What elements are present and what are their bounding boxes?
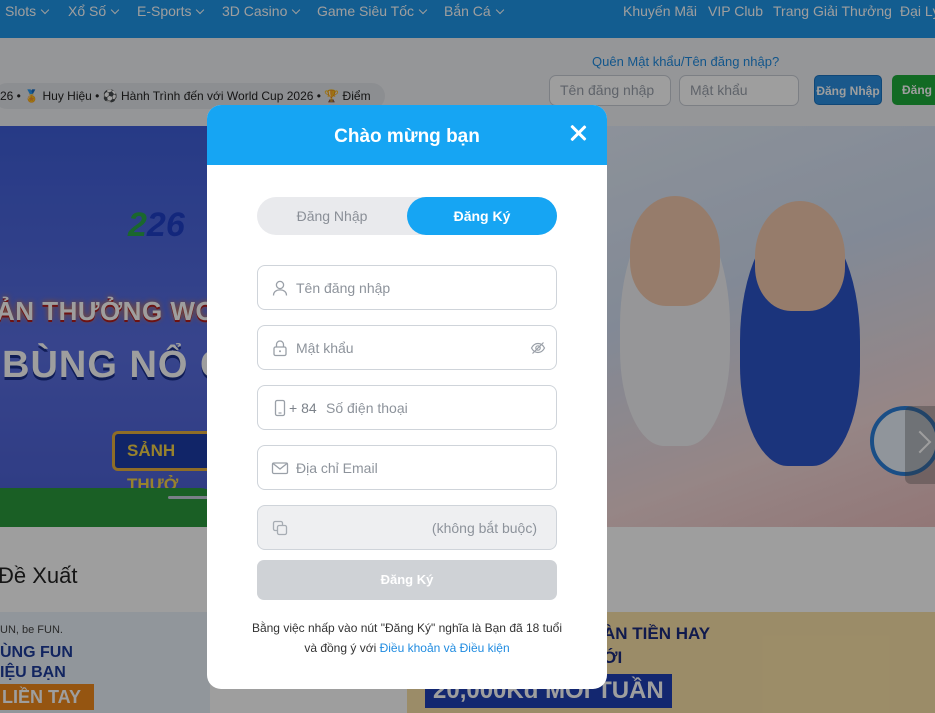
email-placeholder: Địa chỉ Email <box>296 460 378 476</box>
phone-placeholder: Số điện thoại <box>326 400 408 416</box>
phone-icon <box>274 399 286 417</box>
country-code[interactable]: + 84 <box>289 386 317 431</box>
email-field[interactable]: Địa chỉ Email <box>257 445 557 490</box>
phone-field[interactable]: + 84 Số điện thoại <box>257 385 557 430</box>
modal-title: Chào mừng bạn <box>334 126 480 147</box>
terms-text: và đồng ý với <box>304 641 377 655</box>
auth-tabs: Đăng Nhập Đăng Ký <box>257 197 557 235</box>
username-placeholder: Tên đăng nhập <box>296 280 391 296</box>
user-icon <box>272 280 288 296</box>
tab-register[interactable]: Đăng Ký <box>407 197 557 235</box>
register-modal: Chào mừng bạn Đăng Nhập Đăng Ký Tên đăng… <box>207 105 607 689</box>
terms-notice: Bằng việc nhấp vào nút "Đăng Ký" nghĩa l… <box>227 618 587 658</box>
referral-code-field[interactable]: (không bắt buộc) <box>257 505 557 550</box>
password-field[interactable]: Mật khẩu <box>257 325 557 370</box>
terms-link[interactable]: Điều khoản và Điều kiện <box>380 641 510 655</box>
eye-off-icon[interactable] <box>530 340 546 356</box>
copy-icon <box>272 520 288 536</box>
password-placeholder: Mật khẩu <box>296 340 354 356</box>
terms-line: và đồng ý với Điều khoản và Điều kiện <box>227 638 587 658</box>
tab-login[interactable]: Đăng Nhập <box>257 197 407 235</box>
mail-icon <box>271 462 289 475</box>
username-field[interactable]: Tên đăng nhập <box>257 265 557 310</box>
lock-icon <box>273 340 287 357</box>
close-icon[interactable] <box>567 123 589 145</box>
terms-text: Bằng việc nhấp vào nút "Đăng Ký" nghĩa l… <box>251 621 563 635</box>
register-submit-button[interactable]: Đăng Ký <box>257 560 557 600</box>
referral-placeholder: (không bắt buộc) <box>431 520 537 536</box>
